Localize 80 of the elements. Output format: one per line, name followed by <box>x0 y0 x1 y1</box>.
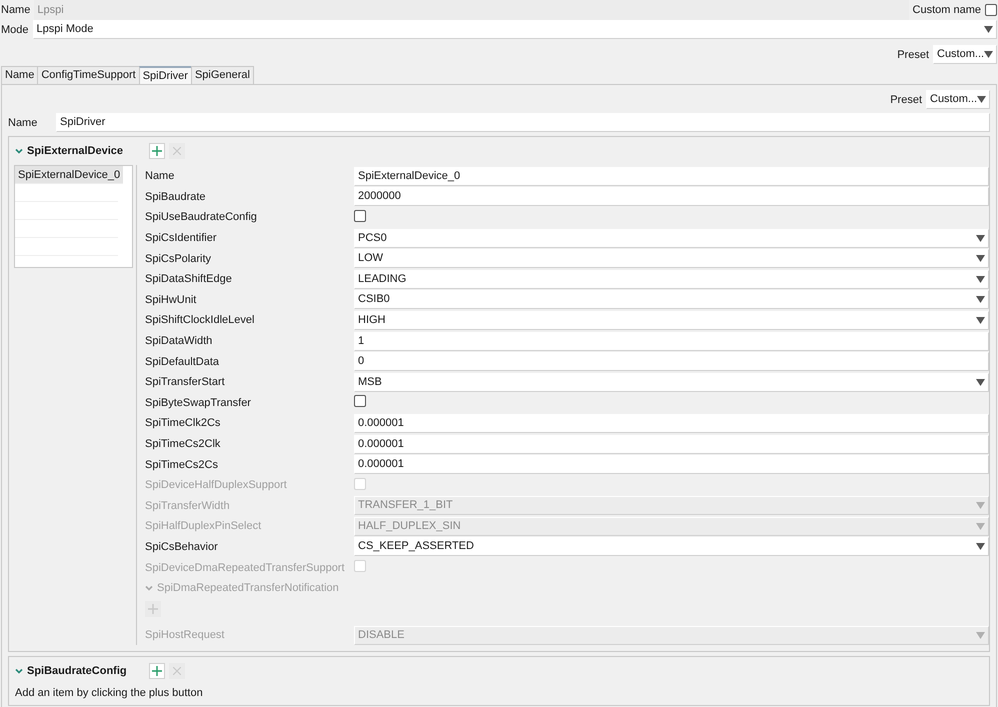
property-label: SpiBaudrate <box>145 190 207 204</box>
property-label: SpiDmaRepeatedTransferNotification <box>157 580 339 595</box>
dropdown-caret-icon <box>976 632 985 639</box>
dropdown[interactable]: LOW <box>354 249 989 268</box>
property-label: SpiHwUnit <box>145 292 198 307</box>
dropdown-caret-icon <box>984 51 994 58</box>
name-value: Lpspi <box>34 0 909 20</box>
dropdown-caret-icon <box>976 276 985 283</box>
section-title: SpiExternalDevice <box>27 145 124 157</box>
property-label: SpiCsBehavior <box>145 540 219 554</box>
preset-label: Preset <box>897 48 929 62</box>
checkbox[interactable] <box>354 210 366 222</box>
close-icon <box>173 667 181 676</box>
tab[interactable]: Name <box>1 66 38 84</box>
dropdown-caret-icon <box>976 543 985 550</box>
checkbox[interactable] <box>985 4 997 16</box>
dropdown[interactable]: CS_KEEP_ASSERTED <box>354 537 989 556</box>
dropdown-caret-icon <box>976 316 985 324</box>
text-field[interactable]: 1 <box>354 332 989 351</box>
property-label: SpiTimeCs2Clk <box>145 437 222 452</box>
preset-label: Preset <box>890 92 922 106</box>
property-label: SpiHalfDuplexPinSelect <box>145 519 262 534</box>
name-label: Name <box>1 3 30 17</box>
preset-dropdown[interactable]: Custom... <box>926 90 990 109</box>
chevron-icon[interactable] <box>15 667 23 676</box>
property-label: SpiTransferStart <box>145 375 226 390</box>
tab[interactable]: SpiGeneral <box>190 66 254 84</box>
property-label: SpiUseBaudrateConfig <box>145 210 258 224</box>
name-field[interactable]: SpiDriver <box>56 113 990 132</box>
add-button[interactable] <box>149 663 165 680</box>
property-label: SpiHostRequest <box>145 628 226 642</box>
dropdown[interactable]: HIGH <box>354 310 989 330</box>
plus-icon <box>148 604 158 614</box>
list-item[interactable]: SpiExternalDevice_0 <box>15 166 124 184</box>
text-field[interactable]: 0 <box>354 352 989 372</box>
checkbox[interactable] <box>354 395 366 408</box>
text-field[interactable]: SpiExternalDevice_0 <box>354 166 989 186</box>
text-field[interactable]: 2000000 <box>354 187 989 206</box>
property-label: SpiCsIdentifier <box>145 231 218 246</box>
text-field[interactable]: 0.000001 <box>354 455 989 474</box>
plus-icon <box>152 666 162 676</box>
section-title: SpiBaudrateConfig <box>27 665 128 678</box>
property-label: SpiByteSwapTransfer <box>145 396 252 410</box>
dropdown-caret-icon <box>976 502 985 510</box>
preset-dropdown[interactable]: Custom... <box>933 45 997 64</box>
property-label: SpiTimeCs2Cs <box>145 458 219 472</box>
plus-icon <box>152 146 162 156</box>
tab[interactable]: ConfigTimeSupport <box>37 66 140 84</box>
dropdown-caret-icon <box>976 234 985 242</box>
tab[interactable]: SpiDriver <box>138 66 192 84</box>
close-icon <box>173 147 181 155</box>
custom-name-label: Custom name <box>912 3 981 17</box>
dropdown[interactable]: MSB <box>354 372 989 392</box>
property-label: SpiDefaultData <box>145 354 220 369</box>
property-label: SpiTransferWidth <box>145 498 231 513</box>
add-button[interactable] <box>149 143 165 159</box>
text-field[interactable]: 0.000001 <box>354 414 989 433</box>
dropdown-caret-icon <box>976 522 985 530</box>
dropdown[interactable]: CSIB0 <box>354 290 989 310</box>
property-label: SpiDataShiftEdge <box>145 272 233 286</box>
chevron-icon[interactable] <box>15 147 23 155</box>
dropdown-caret-icon <box>976 296 985 304</box>
text-field[interactable]: 0.000001 <box>354 434 989 454</box>
dropdown-caret-icon <box>984 26 993 33</box>
property-label: SpiTimeClk2Cs <box>145 416 222 430</box>
property-label: SpiDataWidth <box>145 334 214 348</box>
property-label: SpiDeviceHalfDuplexSupport <box>145 478 288 492</box>
property-label: SpiShiftClockIdleLevel <box>145 313 256 328</box>
dropdown-caret-icon <box>976 255 985 262</box>
property-label: SpiCsPolarity <box>145 252 212 266</box>
property-label: Name <box>145 169 176 184</box>
mode-dropdown[interactable]: Lpspi Mode <box>32 20 997 39</box>
dropdown-caret-icon <box>977 96 986 103</box>
name-label: Name <box>8 116 38 130</box>
mode-label: Mode <box>1 22 29 36</box>
property-label: SpiDeviceDmaRepeatedTransferSupport <box>145 560 346 575</box>
hint-text: Add an item by clicking the plus button <box>14 686 204 702</box>
dropdown[interactable]: PCS0 <box>354 228 989 248</box>
dropdown[interactable]: LEADING <box>354 270 989 289</box>
dropdown-caret-icon <box>976 378 985 386</box>
